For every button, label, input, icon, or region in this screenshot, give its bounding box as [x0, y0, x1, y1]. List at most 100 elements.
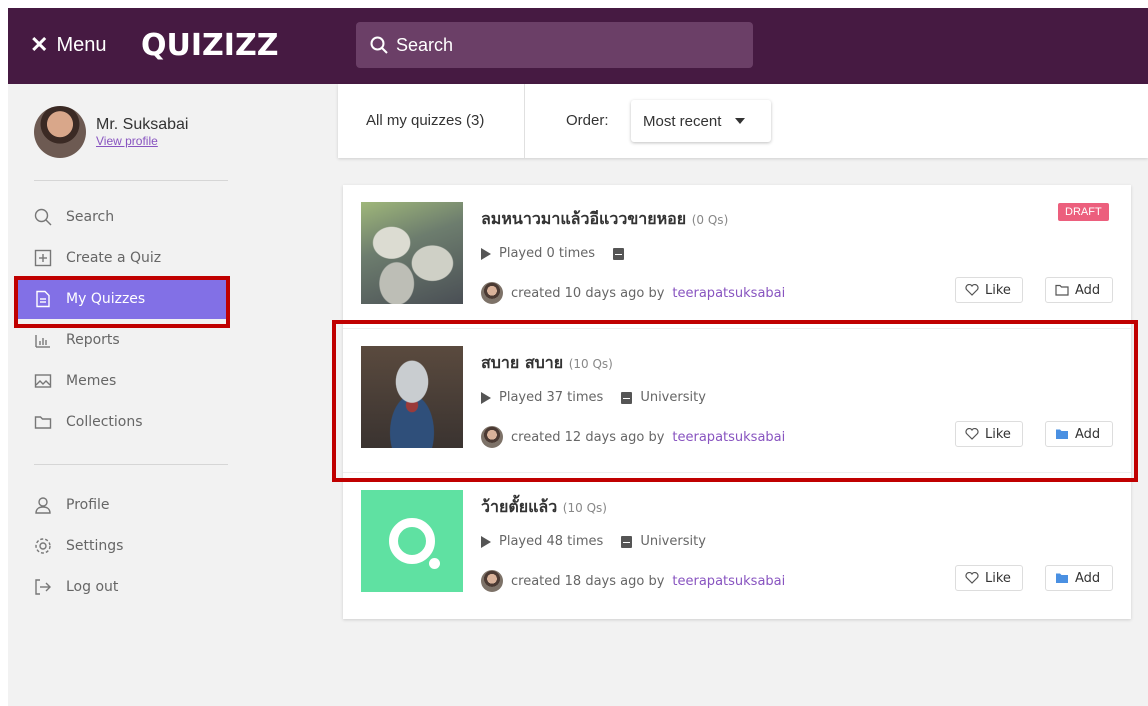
draft-badge: DRAFT: [1058, 203, 1109, 221]
sidebar-item-create-quiz[interactable]: Create a Quiz: [16, 237, 228, 278]
like-button[interactable]: Like: [955, 421, 1023, 447]
menu-button[interactable]: ✕ Menu: [30, 32, 106, 58]
play-icon: [481, 391, 491, 404]
heart-icon: [965, 572, 979, 584]
like-button[interactable]: Like: [955, 565, 1023, 591]
filter-all-quizzes[interactable]: All my quizzes (3): [366, 112, 484, 129]
quiz-card[interactable]: ลมหนาวมาแล้วอีแววขายหอย (0 Qs) Played 0 …: [343, 185, 1131, 329]
author-link[interactable]: teerapatsuksabai: [672, 430, 785, 445]
sidebar-item-collections[interactable]: Collections: [16, 401, 228, 442]
profile-name: Mr. Suksabai: [96, 116, 189, 133]
folder-outline-icon: [1055, 284, 1069, 296]
sidebar-item-label: Reports: [66, 331, 120, 348]
play-icon: [481, 247, 491, 260]
subject-label: University: [640, 534, 706, 549]
created-text: created 18 days ago by: [511, 573, 665, 589]
author-link[interactable]: teerapatsuksabai: [672, 574, 785, 589]
menu-label: Menu: [56, 33, 107, 56]
filter-bar: All my quizzes (3) Order: Most recent: [338, 84, 1148, 158]
image-icon: [34, 373, 52, 388]
avatar: [481, 426, 503, 448]
like-label: Like: [985, 570, 1011, 586]
search-placeholder: Search: [396, 34, 454, 55]
divider: [34, 464, 228, 465]
gear-icon: [35, 537, 51, 554]
order-select[interactable]: Most recent: [631, 100, 771, 142]
author-link[interactable]: teerapatsuksabai: [672, 286, 785, 301]
quiz-title[interactable]: ว้ายตั้ยแล้ว (10 Qs): [481, 495, 607, 520]
quiz-title-text: สบาย สบาย: [481, 353, 564, 372]
quiz-title[interactable]: ลมหนาวมาแล้วอีแววขายหอย (0 Qs): [481, 207, 728, 232]
quizizz-logo[interactable]: QUIZIZZ: [141, 28, 278, 63]
quiz-thumbnail[interactable]: [361, 346, 463, 448]
plus-square-icon: [34, 249, 52, 266]
bar-chart-icon: [35, 334, 50, 348]
quiz-stats: Played 37 times University: [481, 390, 706, 405]
order-label: Order:: [566, 112, 609, 129]
heart-icon: [965, 284, 979, 296]
sidebar-item-label: Create a Quiz: [66, 249, 162, 266]
book-icon: [613, 247, 625, 260]
quiz-thumbnail[interactable]: [361, 490, 463, 592]
add-label: Add: [1075, 570, 1101, 586]
sidebar: Mr. Suksabai View profile Search Create …: [8, 84, 338, 706]
add-button[interactable]: Add: [1045, 277, 1113, 303]
sidebar-item-reports[interactable]: Reports: [16, 319, 228, 360]
book-icon: [621, 535, 633, 548]
avatar: [481, 282, 503, 304]
quiz-title[interactable]: สบาย สบาย (10 Qs): [481, 351, 613, 376]
quiz-title-text: ว้ายตั้ยแล้ว: [481, 497, 558, 516]
view-profile-link[interactable]: View profile: [96, 134, 188, 148]
question-count: (10 Qs): [568, 357, 613, 371]
close-icon: ✕: [30, 32, 49, 57]
search-input[interactable]: Search: [356, 22, 753, 68]
like-label: Like: [985, 426, 1011, 442]
top-bar: ✕ Menu QUIZIZZ Search: [8, 8, 1148, 84]
played-count: Played 37 times: [499, 390, 604, 405]
sidebar-item-label: Log out: [66, 578, 119, 595]
profile-block: Mr. Suksabai View profile: [34, 106, 188, 158]
document-icon: [36, 290, 50, 307]
order-value: Most recent: [643, 112, 722, 130]
played-count: Played 0 times: [499, 246, 596, 261]
like-button[interactable]: Like: [955, 277, 1023, 303]
add-label: Add: [1075, 282, 1101, 298]
divider: [34, 180, 228, 181]
like-label: Like: [985, 282, 1011, 298]
search-icon: [370, 36, 388, 54]
add-button[interactable]: Add: [1045, 421, 1113, 447]
sidebar-item-memes[interactable]: Memes: [16, 360, 228, 401]
created-text: created 12 days ago by: [511, 429, 665, 445]
sidebar-item-label: Search: [66, 208, 115, 225]
sidebar-item-label: My Quizzes: [66, 290, 146, 307]
quiz-card[interactable]: สบาย สบาย (10 Qs) Played 37 times Univer…: [343, 329, 1131, 473]
avatar[interactable]: [34, 106, 86, 158]
quiz-title-text: ลมหนาวมาแล้วอีแววขายหอย: [481, 209, 687, 228]
avatar: [481, 570, 503, 592]
quiz-stats: Played 0 times: [481, 246, 625, 261]
played-count: Played 48 times: [499, 534, 604, 549]
sidebar-item-search[interactable]: Search: [16, 196, 228, 237]
main-content: All my quizzes (3) Order: Most recent ลม…: [338, 84, 1148, 706]
question-count: (0 Qs): [691, 213, 729, 227]
sidebar-item-settings[interactable]: Settings: [16, 525, 228, 566]
heart-icon: [965, 428, 979, 440]
add-button[interactable]: Add: [1045, 565, 1113, 591]
quiz-card[interactable]: ว้ายตั้ยแล้ว (10 Qs) Played 48 times Uni…: [343, 473, 1131, 619]
quiz-creator: created 12 days ago by teerapatsuksabai: [481, 426, 785, 448]
search-icon: [34, 208, 52, 225]
sidebar-item-logout[interactable]: Log out: [16, 566, 228, 607]
logout-icon: [35, 578, 51, 595]
quiz-stats: Played 48 times University: [481, 534, 706, 549]
quiz-thumbnail[interactable]: [361, 202, 463, 304]
quiz-list: ลมหนาวมาแล้วอีแววขายหอย (0 Qs) Played 0 …: [343, 185, 1131, 619]
folder-icon: [34, 415, 52, 429]
sidebar-nav: Search Create a Quiz My Quizzes Reports …: [16, 196, 228, 442]
sidebar-item-my-quizzes[interactable]: My Quizzes: [16, 278, 228, 319]
quiz-creator: created 18 days ago by teerapatsuksabai: [481, 570, 785, 592]
quizizz-q-icon: [389, 518, 440, 569]
sidebar-item-label: Profile: [66, 496, 110, 513]
quiz-creator: created 10 days ago by teerapatsuksabai: [481, 282, 785, 304]
folder-icon: [1056, 429, 1068, 439]
sidebar-item-profile[interactable]: Profile: [16, 484, 228, 525]
